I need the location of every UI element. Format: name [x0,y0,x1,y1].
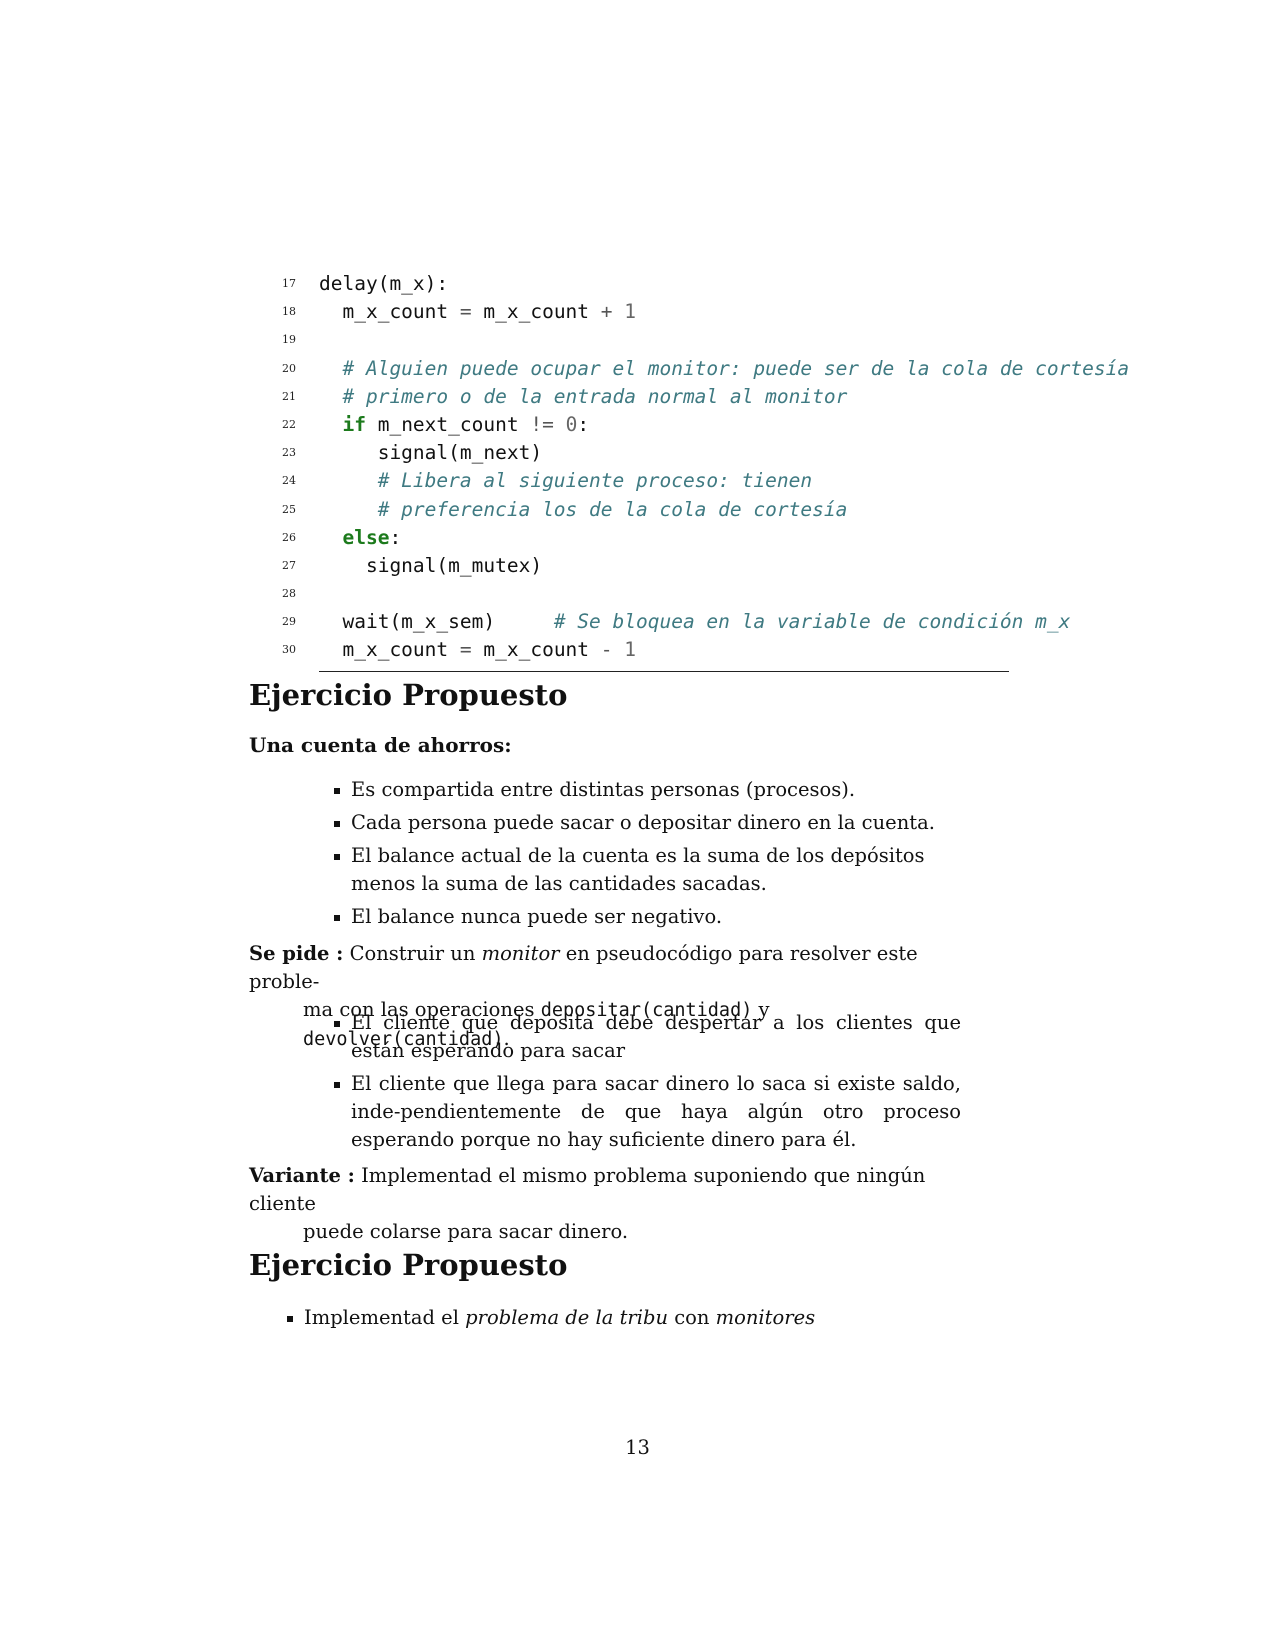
bullet-icon [334,1021,340,1027]
code-text: if m_next_count != 0: [342,412,590,436]
variante-term: Variante : [249,1164,355,1187]
line-number: 21 [282,389,296,403]
code-line: 19 [270,326,1030,354]
list-item: Cada persona puede sacar o depositar din… [331,809,971,837]
line-number: 27 [282,558,296,572]
line-number: 26 [282,530,296,544]
variante-item: Variante : Implementad el mismo problema… [249,1164,926,1243]
line-number: 25 [282,502,296,516]
code-line: 21 # primero o de la entrada normal al m… [270,383,1030,411]
line-number: 24 [282,474,296,488]
code-text: # Libera al siguiente proceso: tienen [377,469,813,493]
list-item: El balance actual de la cuenta es la sum… [331,842,971,898]
line-number: 18 [282,305,296,319]
code-listing: 17 delay(m_x): 18 m_x_count = m_x_count + … [270,270,1129,672]
bullet-icon [334,821,340,827]
section-subtitle: Una cuenta de ahorros: [249,733,512,757]
line-number: 17 [282,277,296,290]
list-item: Es compartida entre distintas personas (… [331,776,971,804]
se-pide-term: Se pide : [249,942,344,965]
bullet-icon [334,1082,340,1088]
code-text: # Alguien puede ocupar el monitor: puede… [342,356,1130,380]
code-text: wait(m_x_sem) # Se bloquea en la variabl… [319,610,1071,634]
code-text: # preferencia los de la cola de cortesía [377,497,848,521]
code-bottom-rule [319,671,1009,672]
list-item: El balance nunca puede ser negativo. [331,903,971,931]
bullet-list: Es compartida entre distintas personas (… [331,776,971,936]
code-text: delay(m_x): [319,272,449,295]
bullet-icon [334,915,340,921]
line-number: 29 [282,615,296,629]
bullet-list: Implementad el problema de la tribu con … [284,1304,984,1337]
code-line: 29 wait(m_x_sem) # Se bloquea en la vari… [270,608,1070,636]
line-number: 22 [282,417,296,431]
code-text: m_x_count = m_x_count + 1 [319,300,637,324]
line-number: 28 [282,587,296,601]
line-number: 19 [282,333,296,347]
code-text: # primero o de la entrada normal al moni… [342,384,848,408]
code-line: 27 signal(m_mutex) [270,552,1030,580]
section-heading: Ejercicio Propuesto [249,1248,568,1282]
code-line: 22 if m_next_count != 0: [270,411,1030,439]
code-line: 23 signal(m_next) [270,439,1030,467]
code-text: signal(m_mutex) [319,553,543,577]
bullet-icon [287,1316,293,1322]
code-line: 18 m_x_count = m_x_count + 1 [270,298,1030,326]
bullet-icon [334,854,340,860]
code-text: signal(m_next) [319,441,543,465]
code-line: 24 # Libera al siguiente proceso: tienen [270,467,1030,495]
bullet-icon [334,788,340,794]
code-line: 20 # Alguien puede ocupar el monitor: pu… [270,355,1129,383]
list-item: El cliente que llega para sacar dinero l… [331,1070,961,1154]
code-line: 30 m_x_count = m_x_count - 1 [270,636,1030,664]
line-number: 20 [282,361,296,375]
line-number: 30 [282,643,296,657]
document-page: 17 delay(m_x): 18 m_x_count = m_x_count + … [0,0,1275,1650]
code-line: 17 delay(m_x): [270,270,1030,298]
list-item: Implementad el problema de la tribu con … [284,1304,984,1332]
code-line: 25 # preferencia los de la cola de corte… [270,496,1030,524]
list-item: El cliente que deposita debe despertar a… [331,1009,961,1065]
code-text: else: [342,525,402,549]
code-line: 28 [270,580,1030,608]
section-heading: Ejercicio Propuesto [249,678,568,712]
code-line: 26 else: [270,524,1030,552]
bullet-list: El cliente que deposita debe despertar a… [331,1009,961,1159]
page-number: 13 [625,1436,650,1459]
code-text: m_x_count = m_x_count - 1 [319,638,637,662]
line-number: 23 [282,446,296,460]
